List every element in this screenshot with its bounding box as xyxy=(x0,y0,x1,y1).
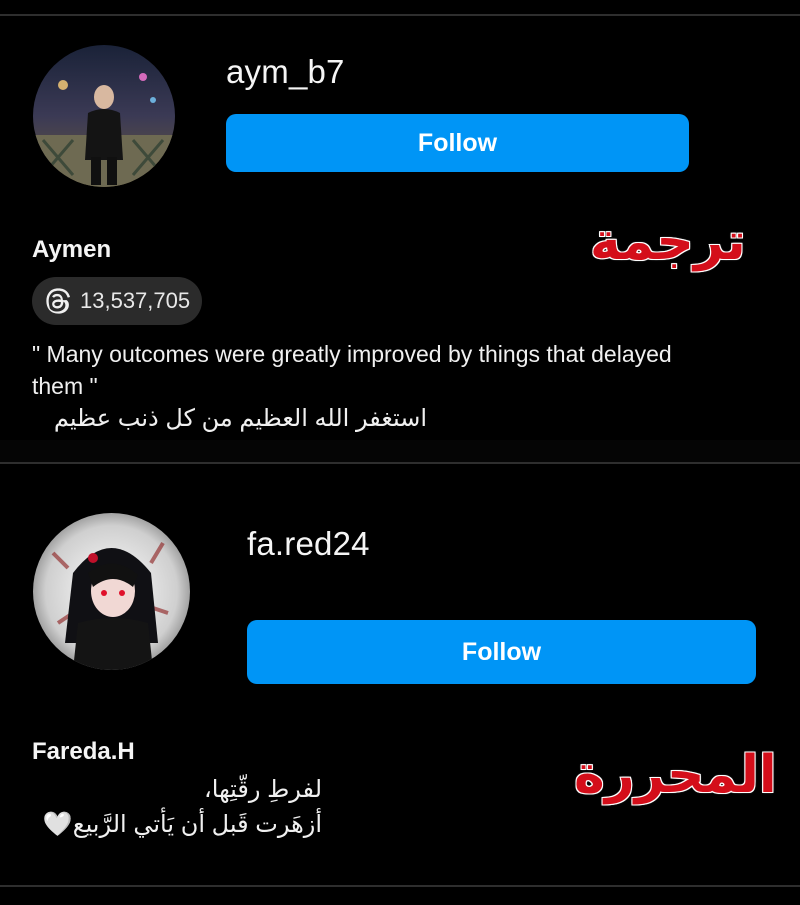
overlay-label-translation: ترجمة xyxy=(589,211,747,273)
profile-card-aym_b7: aym_b7 Follow Aymen 13,537,705 " Many ou… xyxy=(0,0,800,440)
avatar-photo-icon xyxy=(33,45,175,187)
username: fa.red24 xyxy=(247,525,370,562)
bio-arabic: استغفر الله العظيم من كل ذنب عظيم xyxy=(53,405,427,432)
bio-text: " Many outcomes were greatly improved by… xyxy=(32,338,772,402)
bio-arabic-line-2: أزهَرت قَبل أن يَأتي الرَّبيع🤍 xyxy=(42,811,322,838)
profile-card-fa.red24: fa.red24 Follow Fareda.H لفرطِ رقّتِها، … xyxy=(0,462,800,905)
follow-button[interactable]: Follow xyxy=(247,620,756,684)
bottom-divider xyxy=(0,885,800,887)
bio-line-2: them " xyxy=(32,373,98,399)
profile-avatar[interactable] xyxy=(33,45,175,187)
threads-icon xyxy=(46,288,71,314)
threads-badge[interactable]: 13,537,705 xyxy=(32,277,203,325)
display-name: Fareda.H xyxy=(32,738,135,765)
profile-avatar[interactable] xyxy=(33,513,190,670)
threads-count: 13,537,705 xyxy=(80,288,191,313)
bio-arabic-line-1: لفرطِ رقّتِها، xyxy=(204,776,322,803)
avatar-photo-icon xyxy=(33,513,190,670)
card-divider xyxy=(0,462,800,464)
top-divider xyxy=(0,14,800,16)
username: aym_b7 xyxy=(226,53,345,90)
follow-button[interactable]: Follow xyxy=(226,114,689,172)
overlay-label-editor: المحررة xyxy=(573,744,778,806)
section-gap xyxy=(0,440,800,462)
display-name: Aymen xyxy=(32,236,112,263)
bio-line-1: " Many outcomes were greatly improved by… xyxy=(32,341,672,367)
